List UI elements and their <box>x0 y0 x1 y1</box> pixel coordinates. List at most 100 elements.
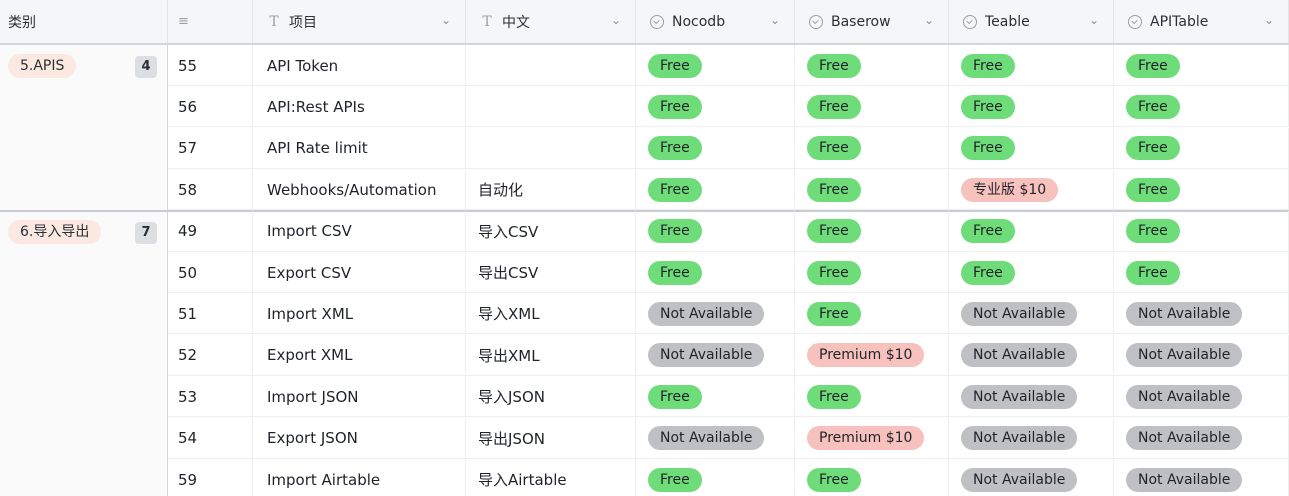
column-header-nocodb[interactable]: Nocodb ⌄ <box>636 0 795 43</box>
cell-project[interactable]: Import Airtable <box>253 459 466 496</box>
cell-teable[interactable]: Free <box>949 45 1114 86</box>
cell-chinese[interactable]: 导出CSV <box>466 252 636 293</box>
cell-baserow[interactable]: Free <box>795 252 949 293</box>
cell-baserow[interactable]: Free <box>795 86 949 128</box>
cell-nocodb[interactable]: Free <box>636 45 795 86</box>
status-pill: Not Available <box>961 301 1078 326</box>
group-header-cell[interactable]: 6.导入导出 7 <box>0 211 168 496</box>
status-pill: Free <box>961 260 1015 285</box>
cell-baserow[interactable]: Free <box>795 45 949 86</box>
cell-project[interactable]: Export XML <box>253 334 466 376</box>
cell-baserow[interactable]: Free <box>795 293 949 335</box>
cell-chinese[interactable]: 导出JSON <box>466 417 636 459</box>
table-row[interactable]: 53 Import JSON 导入JSON Free Free Not Available… <box>168 376 1289 418</box>
column-header-apitable[interactable]: APITable ⌄ <box>1114 0 1289 43</box>
cell-chinese[interactable]: 导入JSON <box>466 376 636 418</box>
cell-project[interactable]: Import CSV <box>253 210 466 252</box>
cell-nocodb[interactable]: Not Available <box>636 293 795 335</box>
cell-project[interactable]: API:Rest APIs <box>253 86 466 128</box>
cell-chinese[interactable]: 导入Airtable <box>466 459 636 496</box>
cell-teable[interactable]: Free <box>949 86 1114 128</box>
status-pill: Free <box>807 384 861 409</box>
cell-apitable[interactable]: Not Available <box>1114 334 1289 376</box>
table-row[interactable]: 52 Export XML 导出XML Not Available Premium $1… <box>168 334 1289 376</box>
cell-nocodb[interactable]: Free <box>636 376 795 418</box>
cell-teable[interactable]: Not Available <box>949 334 1114 376</box>
table-row[interactable]: 59 Import Airtable 导入Airtable Free Free Not A… <box>168 459 1289 496</box>
cell-project[interactable]: Import XML <box>253 293 466 335</box>
cell-chinese[interactable] <box>466 86 636 128</box>
cell-teable[interactable]: Not Available <box>949 293 1114 335</box>
table-row[interactable]: 55 API Token Free Free Free Free <box>168 45 1289 86</box>
cell-apitable[interactable]: Free <box>1114 45 1289 86</box>
cell-baserow[interactable]: Premium $10 <box>795 417 949 459</box>
cell-apitable[interactable]: Free <box>1114 169 1289 211</box>
table-row[interactable]: 54 Export JSON 导出JSON Not Available Premium … <box>168 417 1289 459</box>
group-header[interactable]: 类别 <box>0 0 168 43</box>
table-row[interactable]: 51 Import XML 导入XML Not Available Free Not Av… <box>168 293 1289 335</box>
cell-project[interactable]: Export CSV <box>253 252 466 293</box>
group-header-cell[interactable]: 5.APIS 4 <box>0 45 168 211</box>
cell-teable[interactable]: Not Available <box>949 417 1114 459</box>
cell-apitable[interactable]: Free <box>1114 127 1289 169</box>
cell-teable[interactable]: Not Available <box>949 376 1114 418</box>
cell-baserow[interactable]: Free <box>795 210 949 252</box>
chinese-text: 导出CSV <box>478 264 539 282</box>
cell-project[interactable]: Webhooks/Automation <box>253 169 466 211</box>
cell-project[interactable]: API Rate limit <box>253 127 466 169</box>
column-header-project[interactable]: T 项目 ⌄ <box>253 0 466 43</box>
cell-nocodb[interactable]: Free <box>636 127 795 169</box>
column-header-baserow[interactable]: Baserow ⌄ <box>795 0 949 43</box>
cell-teable[interactable]: Free <box>949 127 1114 169</box>
cell-baserow[interactable]: Free <box>795 169 949 211</box>
cell-nocodb[interactable]: Not Available <box>636 334 795 376</box>
cell-apitable[interactable]: Not Available <box>1114 376 1289 418</box>
cell-apitable[interactable]: Free <box>1114 86 1289 128</box>
cell-apitable[interactable]: Free <box>1114 252 1289 293</box>
cell-nocodb[interactable]: Free <box>636 459 795 496</box>
cell-nocodb[interactable]: Free <box>636 210 795 252</box>
chevron-down-icon[interactable]: ⌄ <box>770 13 780 27</box>
cell-baserow[interactable]: Free <box>795 459 949 496</box>
cell-project[interactable]: API Token <box>253 45 466 86</box>
cell-chinese[interactable]: 导入CSV <box>466 210 636 252</box>
cell-apitable[interactable]: Not Available <box>1114 417 1289 459</box>
cell-apitable[interactable]: Not Available <box>1114 293 1289 335</box>
cell-apitable[interactable]: Not Available <box>1114 459 1289 496</box>
table-row[interactable]: 58 Webhooks/Automation 自动化 Free Free 专业版 $10 F… <box>168 169 1289 211</box>
cell-nocodb[interactable]: Free <box>636 169 795 211</box>
cell-nocodb[interactable]: Not Available <box>636 417 795 459</box>
cell-teable[interactable]: Free <box>949 210 1114 252</box>
chevron-down-icon[interactable]: ⌄ <box>611 13 621 27</box>
table-row[interactable]: 57 API Rate limit Free Free Free Free <box>168 127 1289 169</box>
cell-chinese[interactable] <box>466 127 636 169</box>
cell-project[interactable]: Import JSON <box>253 376 466 418</box>
chevron-down-icon[interactable]: ⌄ <box>441 13 451 27</box>
cell-nocodb[interactable]: Free <box>636 252 795 293</box>
cell-chinese[interactable] <box>466 45 636 86</box>
cell-chinese[interactable]: 导入XML <box>466 293 636 335</box>
table-row[interactable]: 50 Export CSV 导出CSV Free Free Free Free <box>168 252 1289 293</box>
cell-baserow[interactable]: Premium $10 <box>795 334 949 376</box>
cell-teable[interactable]: Free <box>949 252 1114 293</box>
cell-project[interactable]: Export JSON <box>253 417 466 459</box>
column-header-teable[interactable]: Teable ⌄ <box>949 0 1114 43</box>
project-text: Import XML <box>267 304 354 323</box>
table-row[interactable]: 49 Import CSV 导入CSV Free Free Free Free <box>168 210 1289 252</box>
chevron-down-icon[interactable]: ⌄ <box>1264 13 1274 27</box>
chinese-text: 导出JSON <box>478 429 545 448</box>
status-pill: Free <box>648 136 702 161</box>
cell-baserow[interactable]: Free <box>795 127 949 169</box>
chevron-down-icon[interactable]: ⌄ <box>924 13 934 27</box>
table-row[interactable]: 56 API:Rest APIs Free Free Free Free <box>168 86 1289 128</box>
cell-apitable[interactable]: Free <box>1114 210 1289 252</box>
column-header-label: Baserow <box>831 13 891 30</box>
cell-chinese[interactable]: 导出XML <box>466 334 636 376</box>
column-header-chinese[interactable]: T 中文 ⌄ <box>466 0 636 43</box>
cell-nocodb[interactable]: Free <box>636 86 795 128</box>
cell-baserow[interactable]: Free <box>795 376 949 418</box>
chevron-down-icon[interactable]: ⌄ <box>1089 13 1099 27</box>
cell-teable[interactable]: 专业版 $10 <box>949 169 1114 211</box>
cell-teable[interactable]: Not Available <box>949 459 1114 496</box>
cell-chinese[interactable]: 自动化 <box>466 169 636 211</box>
